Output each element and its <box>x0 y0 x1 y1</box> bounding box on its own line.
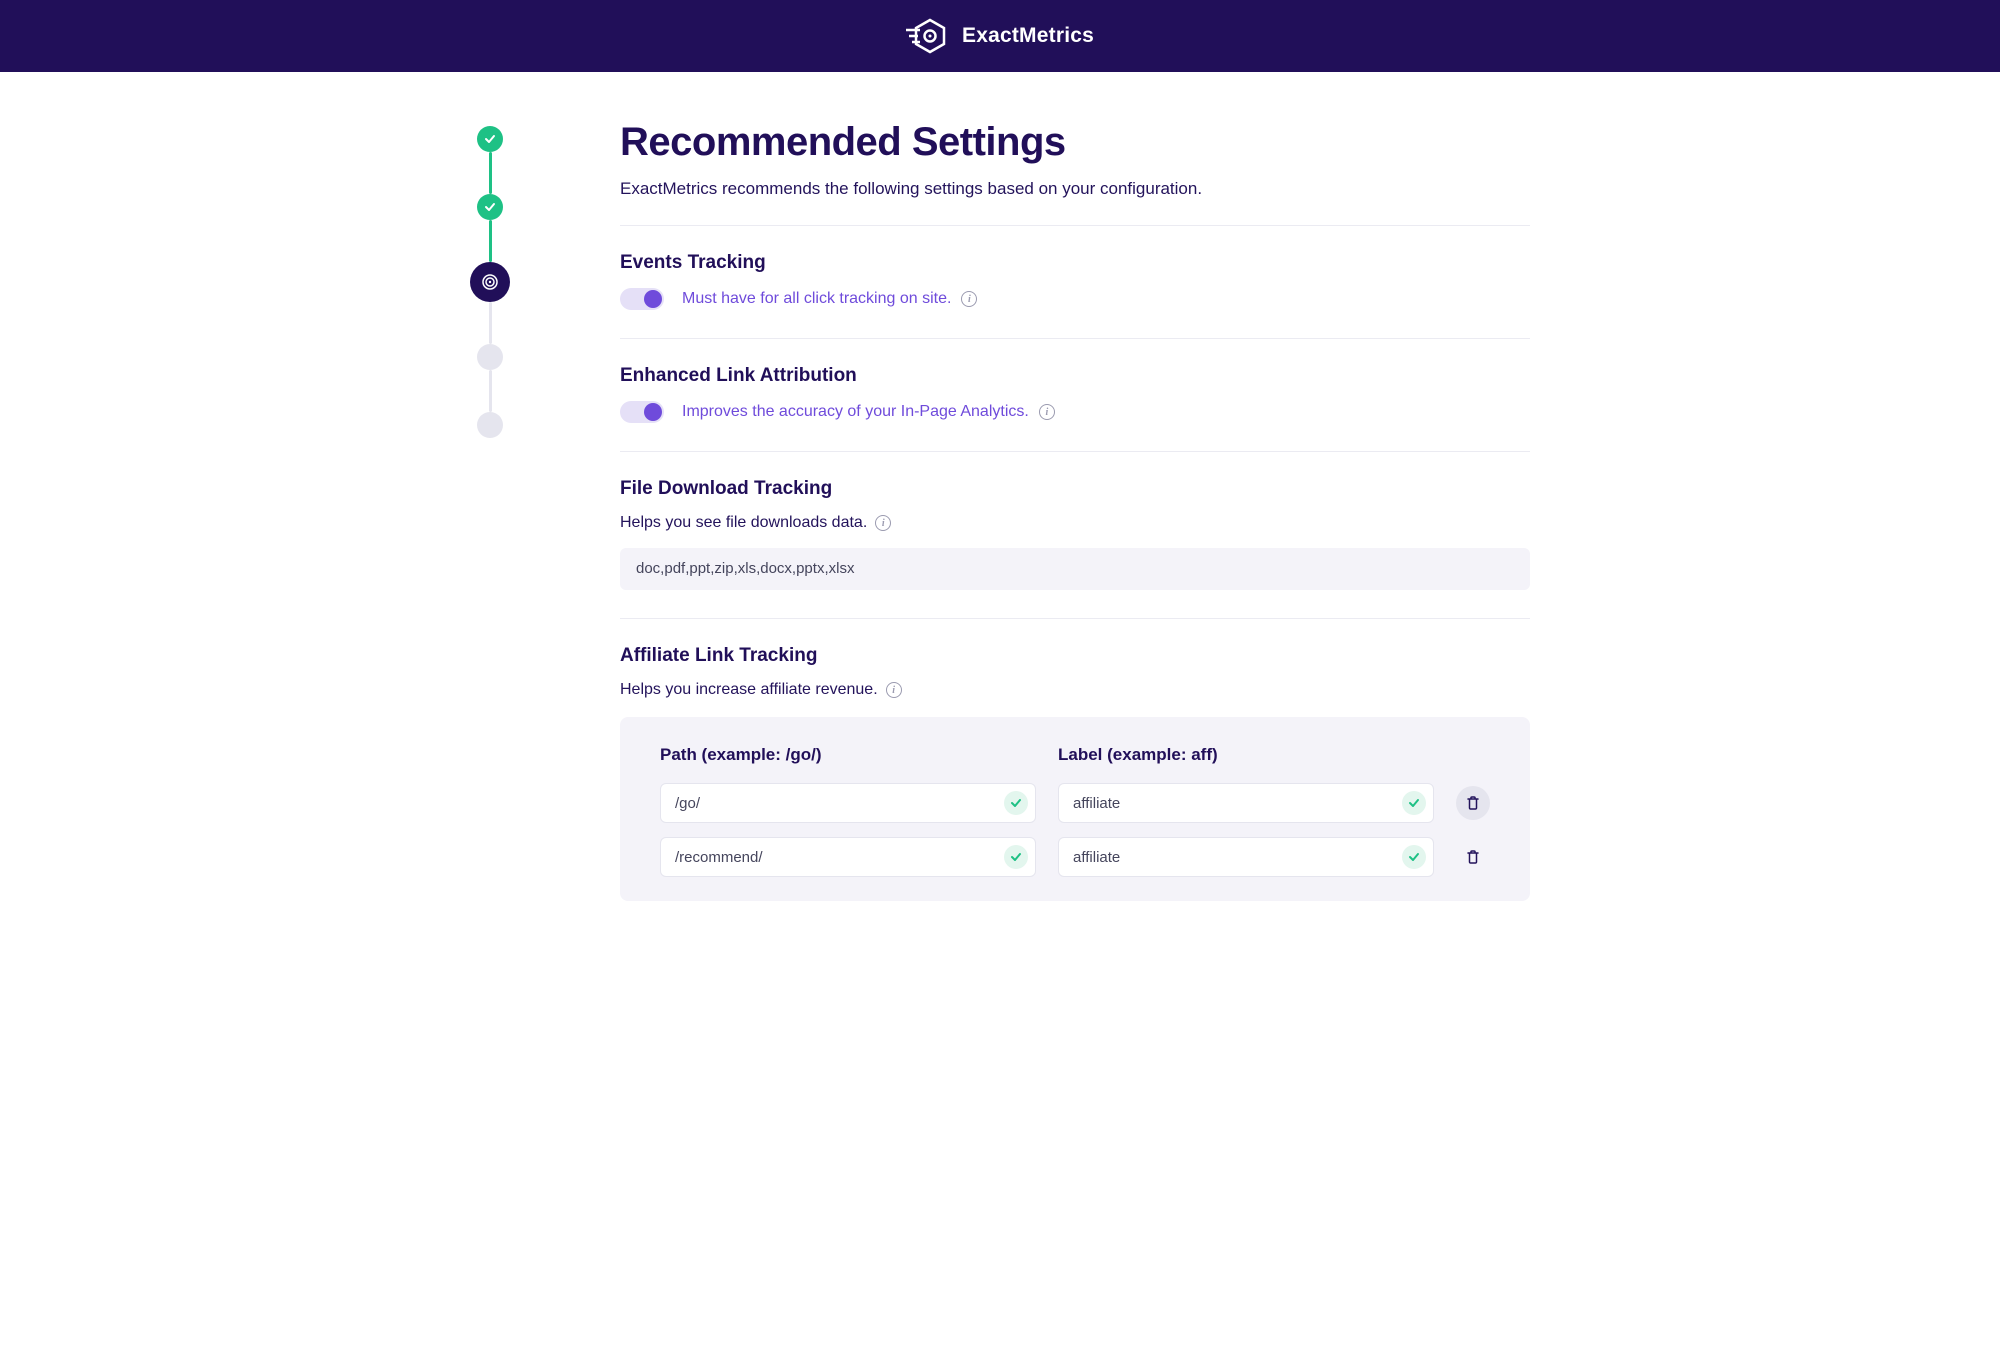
file-download-section: File Download Tracking Helps you see fil… <box>620 451 1530 618</box>
check-icon <box>1402 845 1426 869</box>
check-icon <box>1004 791 1028 815</box>
step-connector <box>489 302 492 344</box>
page-subtitle: ExactMetrics recommends the following se… <box>620 179 1530 199</box>
file-extensions-input-wrap <box>620 548 1530 590</box>
events-tracking-title: Events Tracking <box>620 252 1530 274</box>
delete-row-button[interactable] <box>1456 786 1490 820</box>
step-connector <box>489 152 492 194</box>
page-title: Recommended Settings <box>620 120 1530 165</box>
file-download-title: File Download Tracking <box>620 478 1530 500</box>
affiliate-label-header: Label (example: aff) <box>1058 745 1434 765</box>
check-icon <box>1402 791 1426 815</box>
events-tracking-toggle[interactable] <box>620 288 664 310</box>
info-icon[interactable]: i <box>961 291 977 307</box>
enhanced-link-label: Improves the accuracy of your In-Page An… <box>682 403 1055 421</box>
info-icon[interactable]: i <box>875 515 891 531</box>
file-extensions-input[interactable] <box>636 560 1514 577</box>
step-5-pending <box>477 412 503 438</box>
brand-logo: ExactMetrics <box>906 16 1094 56</box>
step-1-done[interactable] <box>477 126 503 152</box>
events-tracking-section: Events Tracking Must have for all click … <box>620 225 1530 338</box>
wizard-stepper <box>470 120 510 929</box>
delete-row-button[interactable] <box>1456 840 1490 874</box>
step-2-done[interactable] <box>477 194 503 220</box>
info-icon[interactable]: i <box>886 682 902 698</box>
events-tracking-label: Must have for all click tracking on site… <box>682 290 977 308</box>
info-icon[interactable]: i <box>1039 404 1055 420</box>
affiliate-section: Affiliate Link Tracking Helps you increa… <box>620 618 1530 929</box>
affiliate-path-header: Path (example: /go/) <box>660 745 1036 765</box>
app-header: ExactMetrics <box>0 0 2000 72</box>
enhanced-link-title: Enhanced Link Attribution <box>620 365 1530 387</box>
check-icon <box>1004 845 1028 869</box>
affiliate-path-input[interactable] <box>660 783 1036 823</box>
main-content: Recommended Settings ExactMetrics recomm… <box>620 120 1530 929</box>
enhanced-link-toggle[interactable] <box>620 401 664 423</box>
affiliate-title: Affiliate Link Tracking <box>620 645 1530 667</box>
file-download-desc: Helps you see file downloads data. i <box>620 514 891 532</box>
affiliate-rows-box: Path (example: /go/) Label (example: aff… <box>620 717 1530 901</box>
affiliate-desc: Helps you increase affiliate revenue. i <box>620 681 902 699</box>
step-3-current[interactable] <box>470 262 510 302</box>
step-connector <box>489 220 492 262</box>
affiliate-row <box>660 837 1490 877</box>
affiliate-label-input[interactable] <box>1058 837 1434 877</box>
affiliate-label-input[interactable] <box>1058 783 1434 823</box>
enhanced-link-section: Enhanced Link Attribution Improves the a… <box>620 338 1530 451</box>
step-connector <box>489 370 492 412</box>
step-4-pending <box>477 344 503 370</box>
affiliate-path-input[interactable] <box>660 837 1036 877</box>
brand-logo-icon <box>906 16 950 56</box>
affiliate-row <box>660 783 1490 823</box>
brand-name: ExactMetrics <box>962 24 1094 48</box>
